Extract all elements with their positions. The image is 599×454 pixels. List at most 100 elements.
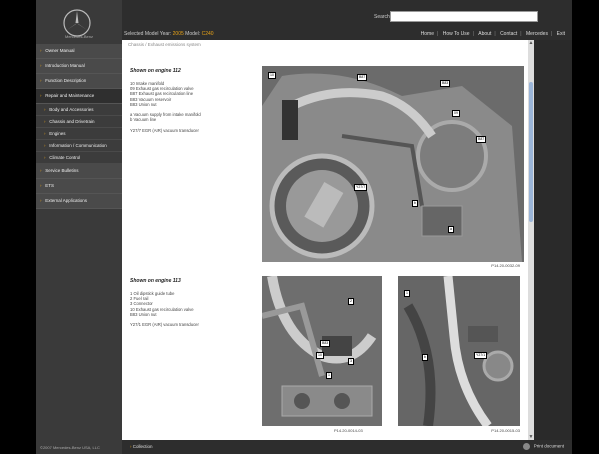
chevron-right-icon: › (44, 119, 46, 124)
callout-label: b (422, 354, 428, 361)
collection-link[interactable]: › Collection (130, 444, 153, 449)
nav-separator: | (550, 31, 553, 37)
app-frame: Mercedes-Benz › Owner Manual › Introduct… (36, 0, 572, 454)
chevron-right-icon: › (44, 143, 46, 148)
sidebar-subitem-engines[interactable]: › Engines (36, 128, 122, 140)
sidebar-item-function-description[interactable]: › Function Description (36, 74, 122, 89)
chevron-right-icon: › (44, 131, 46, 136)
main-content: Chassis / Exhaust emissions system Shown… (122, 40, 528, 440)
chevron-right-icon: › (40, 78, 42, 83)
sidebar-item-label: Climate Control (49, 155, 81, 160)
nav-mercedes[interactable]: Mercedes (523, 31, 551, 37)
section-title-engine-112: Shown on engine 112 (130, 68, 181, 74)
nav-separator: | (494, 31, 496, 37)
sidebar-item-external-applications[interactable]: › External Applications (36, 194, 122, 209)
callout-label: 3 (348, 358, 354, 365)
callout-label: 1 (404, 290, 410, 297)
figure-caption: P14.20-0015-03 (491, 428, 520, 433)
scroll-up-icon[interactable]: ▲ (528, 40, 534, 46)
nav-how-to-use[interactable]: How To Use (440, 31, 473, 37)
chevron-right-icon: › (40, 63, 42, 68)
callout-label: B83 (320, 340, 331, 347)
chevron-right-icon: › (40, 168, 42, 173)
selected-model-label: Selected Model Year: (124, 31, 172, 37)
callout-label: Y27/7 (354, 184, 368, 191)
sidebar-item-label: Information / Communication (49, 143, 107, 148)
chevron-down-icon: › (40, 93, 42, 98)
engine-113-figure-2: 1 Y27/1 b (398, 276, 520, 426)
callout-label: 10 (268, 72, 276, 79)
callout-label: 09 (452, 110, 460, 117)
nav-separator: | (520, 31, 522, 37)
figure-caption: P14.20-0032-09 (491, 263, 520, 268)
chevron-right-icon: › (40, 183, 42, 188)
bottom-bar: › Collection Print document (122, 440, 572, 454)
sidebar-item-ets[interactable]: › ETS (36, 179, 122, 194)
print-document-button[interactable]: Print document (523, 443, 564, 450)
sidebar-item-owner-manual[interactable]: › Owner Manual (36, 44, 122, 59)
model-label: Model: (185, 31, 201, 37)
sidebar-subitem-information[interactable]: › Information / Communication (36, 140, 122, 152)
nav-separator: | (437, 31, 439, 37)
model-value[interactable]: C240 (202, 31, 214, 37)
chevron-right-icon: › (44, 107, 46, 112)
sidebar-item-repair-maintenance[interactable]: › Repair and Maintenance (36, 89, 122, 104)
sidebar-item-label: Owner Manual (45, 48, 75, 53)
sidebar-item-label: External Applications (45, 198, 88, 203)
sidebar-item-label: Engines (49, 131, 66, 136)
sidebar-item-label: Function Description (45, 78, 87, 83)
sidebar: Mercedes-Benz › Owner Manual › Introduct… (36, 0, 122, 454)
engine-113-illustration-1 (262, 276, 382, 426)
nav-contact[interactable]: Contact (497, 31, 520, 37)
scroll-thumb[interactable] (529, 82, 533, 222)
sidebar-item-label: Introduction Manual (45, 63, 85, 68)
sidebar-subitem-climate[interactable]: › Climate Control (36, 152, 122, 164)
print-icon (523, 443, 531, 450)
legend-engine-113: 1 Oil dipstick guide tube 2 Fuel rail 3 … (130, 291, 199, 328)
callout-label: 2 (348, 298, 354, 305)
sidebar-item-label: Body and Accessories (49, 107, 94, 112)
engine-112-illustration (262, 66, 524, 262)
callout-label: a (448, 226, 454, 233)
brand-name: Mercedes-Benz (64, 34, 93, 39)
search-label: Search (374, 14, 390, 20)
sidebar-item-label: ETS (45, 183, 55, 188)
chevron-right-icon: › (44, 155, 46, 160)
callout-label: 1 (326, 372, 332, 379)
sidebar-item-introduction-manual[interactable]: › Introduction Manual (36, 59, 122, 74)
callout-label: B83 (440, 80, 451, 87)
breadcrumb: Chassis / Exhaust emissions system (128, 42, 201, 47)
callout-label: B87 (476, 136, 487, 143)
sidebar-item-label: Service Bulletins (45, 168, 79, 173)
sidebar-subitem-body[interactable]: › Body and Accessories (36, 104, 122, 116)
callout-label: b (412, 200, 418, 207)
callout-label: B87 (357, 74, 368, 81)
callout-label: Y27/1 (474, 352, 488, 359)
section-title-engine-113: Shown on engine 113 (130, 278, 181, 284)
search-input[interactable] (390, 11, 538, 22)
collection-label: Collection (132, 444, 153, 449)
sidebar-item-label: Chassis and Drivetrain (49, 119, 95, 124)
engine-113-figure-1: 2 B83 10 3 1 (262, 276, 382, 426)
chevron-right-icon: › (130, 444, 132, 449)
selected-model: Selected Model Year: 2005 Model: C240 (124, 31, 214, 37)
content-scrollbar[interactable]: ▲ ▼ (528, 40, 534, 440)
sidebar-subitem-chassis[interactable]: › Chassis and Drivetrain (36, 116, 122, 128)
sidebar-item-label: Repair and Maintenance (45, 93, 95, 98)
nav-exit[interactable]: Exit (554, 31, 568, 37)
top-nav: Home | How To Use | About | Contact | Merced… (418, 31, 568, 37)
engine-113-illustration-2 (398, 276, 520, 426)
print-label: Print document (533, 443, 564, 449)
engine-112-figure: 10 B87 B83 09 B87 Y27/7 b a (262, 66, 524, 262)
callout-label: 10 (316, 352, 324, 359)
copyright: ©2007 Mercedes-Benz USA, LLC (40, 445, 100, 450)
chevron-right-icon: › (40, 198, 42, 203)
figure-caption: P14.20-0014-03 (334, 428, 363, 433)
nav-about[interactable]: About (475, 31, 494, 37)
sidebar-nav: › Owner Manual › Introduction Manual › F… (36, 44, 122, 209)
selected-model-year[interactable]: 2005 (173, 31, 184, 37)
nav-home[interactable]: Home (418, 31, 437, 37)
sidebar-item-service-bulletins[interactable]: › Service Bulletins (36, 164, 122, 179)
header: Search Selected Model Year: 2005 Model: … (122, 0, 572, 40)
chevron-right-icon: › (40, 48, 42, 53)
